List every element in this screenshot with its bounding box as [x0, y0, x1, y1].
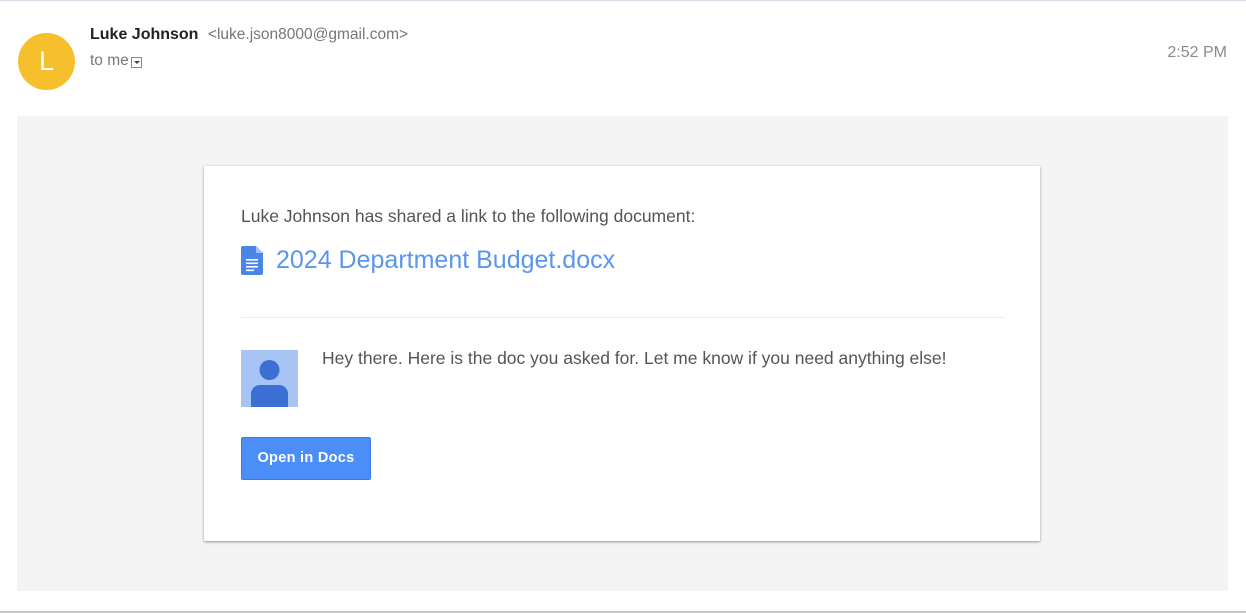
- sender-avatar: L: [18, 33, 75, 90]
- sender-name[interactable]: Luke Johnson: [90, 26, 198, 43]
- sender-email: <luke.json8000@gmail.com>: [207, 26, 409, 43]
- chevron-down-icon[interactable]: [130, 56, 142, 68]
- email-timestamp: 2:52 PM: [1167, 44, 1227, 61]
- recipient-label: to me: [90, 52, 129, 69]
- google-docs-icon: [241, 246, 263, 275]
- sender-line: Luke Johnson <luke.json8000@gmail.com>: [90, 26, 408, 44]
- share-card: Luke Johnson has shared a link to the fo…: [204, 166, 1040, 541]
- recipient-line: to me: [90, 52, 142, 70]
- email-body: Luke Johnson has shared a link to the fo…: [17, 116, 1228, 591]
- share-message: Hey there. Here is the doc you asked for…: [322, 348, 947, 368]
- document-title[interactable]: 2024 Department Budget.docx: [276, 246, 615, 275]
- open-in-docs-button[interactable]: Open in Docs: [241, 437, 371, 480]
- divider: [241, 317, 1005, 318]
- document-link[interactable]: 2024 Department Budget.docx: [241, 246, 615, 275]
- share-intro-text: Luke Johnson has shared a link to the fo…: [241, 206, 696, 226]
- email-view: L Luke Johnson <luke.json8000@gmail.com>…: [0, 0, 1246, 613]
- default-profile-icon: [241, 350, 298, 407]
